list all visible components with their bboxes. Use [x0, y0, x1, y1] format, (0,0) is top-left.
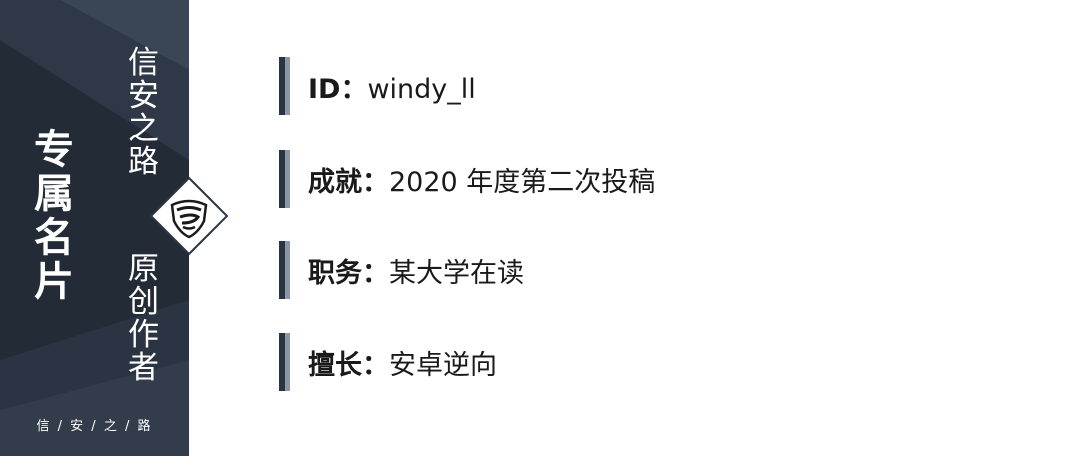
role-char: 创 — [128, 284, 159, 320]
brand-char: 信 — [128, 45, 159, 81]
shield-logo-icon — [150, 177, 228, 255]
row-label: 擅长： — [308, 349, 389, 381]
title-char: 专 — [34, 127, 74, 173]
row-value: 2020 年度第二次投稿 — [389, 166, 656, 198]
brand-char: 安 — [128, 78, 159, 114]
profile-row-expertise: 擅长：安卓逆向 — [279, 333, 497, 391]
footer-brand: 信 / 安 / 之 / 路 — [36, 419, 153, 434]
profile-row-text: 职务：某大学在读 — [308, 251, 524, 290]
role-char: 者 — [128, 350, 159, 386]
profile-row-text: ID：windy_ll — [308, 67, 476, 106]
row-value: 安卓逆向 — [389, 349, 497, 381]
profile-row-id: ID：windy_ll — [279, 57, 476, 115]
row-value: 某大学在读 — [389, 257, 524, 289]
row-accent-bar — [279, 241, 290, 299]
row-accent-bar — [279, 333, 290, 391]
row-label: ID： — [308, 73, 368, 105]
card-title-vertical: 专 属 名 片 — [34, 130, 74, 306]
title-char: 属 — [34, 171, 74, 217]
profile-row-achievement: 成就：2020 年度第二次投稿 — [279, 150, 655, 208]
row-label: 成就： — [308, 166, 389, 198]
author-role-vertical: 原 创 作 者 — [128, 254, 159, 386]
brand-char: 路 — [128, 144, 159, 180]
row-accent-bar — [279, 150, 290, 208]
row-value: windy_ll — [367, 73, 476, 105]
row-accent-bar — [279, 57, 290, 115]
brand-name-vertical: 信 安 之 路 — [128, 48, 159, 180]
brand-char: 之 — [128, 111, 159, 147]
profile-row-text: 擅长：安卓逆向 — [308, 343, 497, 382]
role-char: 原 — [128, 251, 159, 287]
profile-row-text: 成就：2020 年度第二次投稿 — [308, 160, 655, 199]
role-char: 作 — [128, 317, 159, 353]
row-label: 职务： — [308, 257, 389, 289]
profile-row-position: 职务：某大学在读 — [279, 241, 524, 299]
title-char: 片 — [34, 259, 74, 305]
title-char: 名 — [34, 215, 74, 261]
